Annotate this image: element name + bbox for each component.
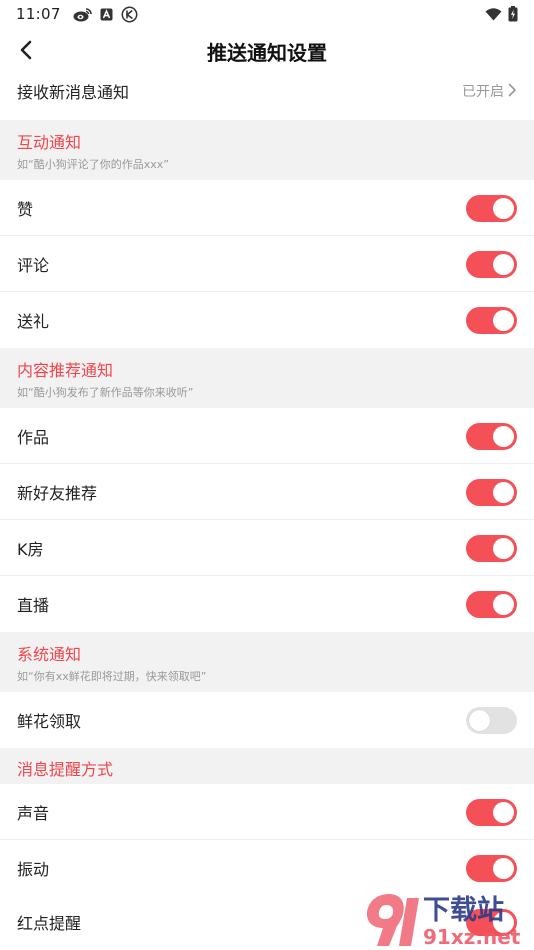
toggle-knob <box>469 710 490 731</box>
status-icons-left <box>73 6 138 23</box>
a-badge-icon <box>100 8 113 21</box>
k-room-toggle[interactable] <box>466 535 517 562</box>
section-subtitle: 如“酷小狗评论了你的作品xxx” <box>17 158 169 171</box>
toggle-knob <box>493 426 514 447</box>
setting-row-sound: 声音 <box>0 784 534 840</box>
setting-label: 振动 <box>17 859 50 879</box>
flower-claim-toggle[interactable] <box>466 707 517 734</box>
toggle-knob <box>493 802 514 823</box>
toggle-knob <box>493 594 514 615</box>
works-toggle[interactable] <box>466 423 517 450</box>
setting-row-live: 直播 <box>0 576 534 632</box>
setting-label: 红点提醒 <box>17 914 82 933</box>
status-icons-right <box>485 6 518 22</box>
k-circle-icon <box>121 6 138 23</box>
setting-label: 新好友推荐 <box>17 483 98 503</box>
setting-label: 评论 <box>17 255 50 275</box>
setting-label: K房 <box>17 539 44 559</box>
vibration-toggle[interactable] <box>466 855 517 882</box>
setting-label: 直播 <box>17 596 50 615</box>
toggle-knob <box>493 482 514 503</box>
toggle-knob <box>493 858 514 879</box>
setting-label: 鲜花领取 <box>17 712 82 731</box>
status-bar: 11:07 <box>0 0 534 28</box>
gift-toggle[interactable] <box>466 307 517 334</box>
setting-row-comment: 评论 <box>0 236 534 292</box>
toggle-knob <box>493 310 514 331</box>
receive-notifications-status: 已开启 <box>462 81 517 101</box>
sound-toggle[interactable] <box>466 799 517 826</box>
setting-row-like: 赞 <box>0 180 534 236</box>
section-system: 系统通知 如“你有xx鲜花即将过期，快来领取吧” <box>0 632 534 692</box>
chevron-left-icon <box>19 40 33 64</box>
toggle-knob <box>493 538 514 559</box>
setting-row-k-room: K房 <box>0 520 534 576</box>
section-title: 消息提醒方式 <box>17 760 114 779</box>
section-subtitle: 如“你有xx鲜花即将过期，快来领取吧” <box>17 670 207 683</box>
setting-row-works: 作品 <box>0 408 534 464</box>
comment-toggle[interactable] <box>466 251 517 278</box>
live-toggle[interactable] <box>466 591 517 618</box>
receive-notifications-label: 接收新消息通知 <box>17 83 130 102</box>
battery-charging-icon <box>508 6 518 22</box>
section-title: 互动通知 <box>17 133 82 152</box>
section-title: 系统通知 <box>17 645 82 664</box>
like-toggle[interactable] <box>466 195 517 222</box>
section-content-recommendation: 内容推荐通知 如“酷小狗发布了新作品等你来收听” <box>0 348 534 408</box>
status-time: 11:07 <box>16 5 61 23</box>
toggle-knob <box>493 254 514 275</box>
setting-label: 送礼 <box>17 312 50 331</box>
watermark-logo: 下载站 91xz.net <box>359 888 534 950</box>
watermark-top-text: 下载站 <box>423 895 504 926</box>
chevron-right-icon <box>508 82 517 101</box>
receive-notifications-value: 已开启 <box>462 84 504 100</box>
weibo-icon <box>73 7 92 22</box>
section-reminder-method: 消息提醒方式 <box>0 748 534 784</box>
wifi-icon <box>485 7 502 21</box>
setting-row-new-friends: 新好友推荐 <box>0 464 534 520</box>
receive-notifications-row[interactable]: 接收新消息通知 已开启 <box>0 62 534 120</box>
setting-label: 赞 <box>17 199 34 219</box>
setting-row-flower-claim: 鲜花领取 <box>0 692 534 748</box>
section-subtitle: 如“酷小狗发布了新作品等你来收听” <box>17 386 194 399</box>
setting-row-gift: 送礼 <box>0 292 534 348</box>
section-title: 内容推荐通知 <box>17 361 114 380</box>
toggle-knob <box>493 198 514 219</box>
setting-label: 作品 <box>17 427 50 447</box>
new-friends-toggle[interactable] <box>466 479 517 506</box>
section-interaction: 互动通知 如“酷小狗评论了你的作品xxx” <box>0 120 534 180</box>
setting-label: 声音 <box>17 803 50 823</box>
watermark-bottom-text: 91xz.net <box>423 925 521 949</box>
